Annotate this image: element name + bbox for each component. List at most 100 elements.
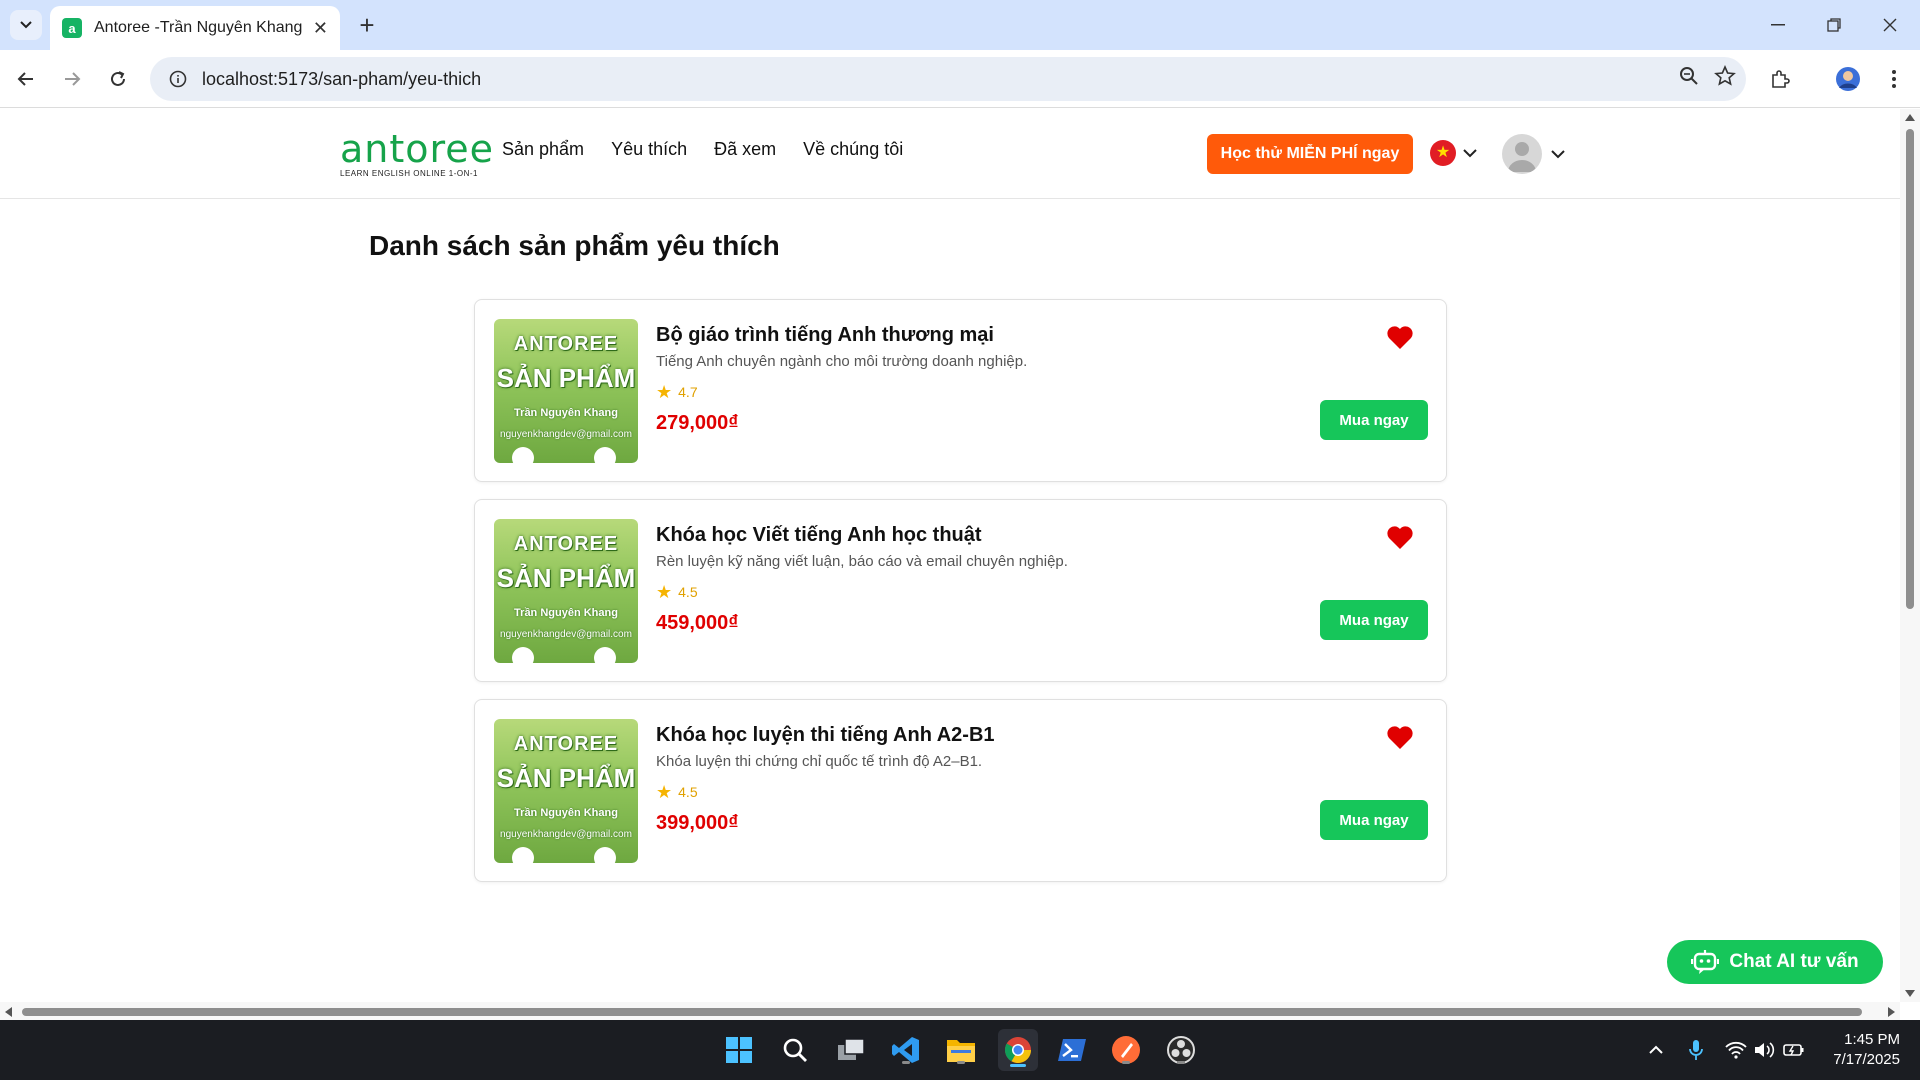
avatar [1502, 134, 1542, 174]
system-clock[interactable]: 1:45 PM 7/17/2025 [1800, 1030, 1900, 1070]
powershell-taskbar-button[interactable] [1054, 1032, 1090, 1068]
product-name[interactable]: Khóa học Viết tiếng Anh học thuật [656, 524, 982, 547]
address-bar[interactable]: localhost:5173/san-pham/yeu-thich [150, 57, 1746, 101]
rating-value: 4.7 [678, 384, 698, 400]
zoom-icon[interactable] [1678, 65, 1700, 92]
flower-decoration [512, 847, 534, 863]
star-icon: ★ [656, 782, 673, 802]
menu-item-favorites[interactable]: Yêu thích [611, 139, 687, 160]
antoree-favicon-icon: a [62, 18, 82, 38]
product-thumbnail[interactable]: ANTOREE SẢN PHẨM Trần Nguyên Khang nguye… [494, 319, 638, 463]
scroll-right-arrow-icon[interactable] [1888, 1007, 1896, 1017]
scroll-left-arrow-icon[interactable] [4, 1007, 12, 1017]
language-selector[interactable]: ★ [1430, 140, 1478, 166]
search-button[interactable] [777, 1032, 813, 1068]
vscode-taskbar-button[interactable] [888, 1032, 924, 1068]
windows-logo-icon [726, 1037, 752, 1063]
thumbnail-brand: ANTOREE [513, 533, 619, 555]
rating-value: 4.5 [678, 584, 698, 600]
logo-wordmark: antoree [340, 127, 495, 171]
site-info-icon[interactable] [158, 70, 198, 88]
scroll-down-arrow-icon[interactable] [1905, 990, 1915, 998]
product-price: 279,000₫ [656, 412, 739, 434]
buy-now-button[interactable]: Mua ngay [1320, 600, 1428, 640]
browser-menu-button[interactable] [1878, 63, 1910, 95]
postman-taskbar-button[interactable] [1108, 1032, 1144, 1068]
menu-item-about[interactable]: Về chúng tôi [803, 139, 903, 160]
active-indicator [1010, 1064, 1026, 1067]
profile-avatar[interactable] [1832, 63, 1864, 95]
product-name[interactable]: Khóa học luyện thi tiếng Anh A2-B1 [656, 724, 995, 747]
volume-icon[interactable] [1752, 1038, 1776, 1062]
vietnam-flag-icon: ★ [1430, 140, 1456, 166]
minimize-icon [1771, 24, 1785, 26]
browser-tab[interactable]: a Antoree -Trần Nguyên Khang ✕ [50, 6, 340, 50]
obs-taskbar-button[interactable] [1163, 1032, 1199, 1068]
arrow-left-icon [17, 72, 33, 86]
user-menu[interactable] [1502, 134, 1566, 174]
forward-button[interactable] [56, 63, 88, 95]
puzzle-icon [1772, 70, 1790, 88]
chevron-down-icon [1463, 149, 1477, 158]
product-thumbnail[interactable]: ANTOREE SẢN PHẨM Trần Nguyên Khang nguye… [494, 519, 638, 663]
horizontal-scroll-thumb[interactable] [22, 1008, 1862, 1016]
tray-overflow-chevron-icon[interactable] [1644, 1038, 1668, 1062]
buy-now-button[interactable]: Mua ngay [1320, 400, 1428, 440]
extensions-button[interactable] [1764, 63, 1796, 95]
close-window-button[interactable] [1870, 10, 1910, 40]
arrow-right-icon [65, 72, 81, 86]
file-explorer-button[interactable] [943, 1032, 979, 1068]
product-price: 399,000₫ [656, 812, 739, 834]
menu-item-viewed[interactable]: Đã xem [714, 139, 776, 160]
close-tab-icon[interactable]: ✕ [313, 18, 328, 39]
thumbnail-heading: SẢN PHẨM [496, 763, 636, 793]
restore-button[interactable] [1814, 10, 1854, 40]
microphone-icon[interactable] [1684, 1038, 1708, 1062]
site-logo[interactable]: antoree LEARN ENGLISH ONLINE 1-ON-1 [340, 127, 495, 178]
free-trial-button[interactable]: Học thử MIỄN PHÍ ngay [1207, 134, 1413, 174]
minimize-button[interactable] [1758, 10, 1798, 40]
product-thumbnail[interactable]: ANTOREE SẢN PHẨM Trần Nguyên Khang nguye… [494, 719, 638, 863]
bookmark-star-icon[interactable] [1714, 64, 1736, 92]
product-rating: ★ 4.5 [656, 783, 698, 801]
running-indicator [1177, 1061, 1185, 1064]
buy-now-button[interactable]: Mua ngay [1320, 800, 1428, 840]
browser-tab-bar: a Antoree -Trần Nguyên Khang ✕ + [0, 0, 1920, 50]
logo-tagline: LEARN ENGLISH ONLINE 1-ON-1 [340, 169, 478, 178]
chat-ai-button[interactable]: Chat AI tư vấn [1667, 940, 1883, 984]
clock-date: 7/17/2025 [1833, 1051, 1900, 1068]
close-icon [1883, 18, 1897, 32]
new-tab-button[interactable]: + [352, 10, 382, 40]
vertical-scroll-thumb[interactable] [1906, 129, 1914, 609]
product-description: Khóa luyện thi chứng chỉ quốc tế trình đ… [656, 753, 983, 770]
menu-item-products[interactable]: Sản phẩm [502, 139, 584, 160]
product-name[interactable]: Bộ giáo trình tiếng Anh thương mại [656, 324, 994, 347]
back-button[interactable] [10, 63, 42, 95]
favorite-product-card: ANTOREE SẢN PHẨM Trần Nguyên Khang nguye… [474, 499, 1447, 682]
main-menu: Sản phẩm Yêu thích Đã xem Về chúng tôi [502, 139, 903, 160]
horizontal-scrollbar[interactable] [0, 1002, 1900, 1020]
rating-value: 4.5 [678, 784, 698, 800]
task-view-button[interactable] [833, 1032, 869, 1068]
thumbnail-author: Trần Nguyên Khang [514, 607, 618, 619]
flower-decoration [594, 647, 616, 663]
reload-button[interactable] [102, 63, 134, 95]
wifi-icon[interactable] [1724, 1038, 1748, 1062]
product-rating: ★ 4.7 [656, 383, 698, 401]
running-indicator [902, 1061, 910, 1064]
heart-icon[interactable] [1386, 324, 1414, 350]
star-icon: ★ [656, 382, 673, 402]
tab-search-button[interactable] [10, 10, 42, 40]
vertical-scrollbar[interactable] [1900, 109, 1920, 1002]
start-button[interactable] [721, 1032, 757, 1068]
heart-icon[interactable] [1386, 524, 1414, 550]
heart-icon[interactable] [1386, 724, 1414, 750]
search-icon [783, 1038, 807, 1062]
chrome-taskbar-button[interactable] [998, 1029, 1038, 1071]
flower-decoration [594, 847, 616, 863]
profile-icon [1836, 67, 1860, 91]
browser-toolbar: localhost:5173/san-pham/yeu-thich [0, 50, 1920, 108]
url-text: localhost:5173/san-pham/yeu-thich [202, 68, 482, 89]
scroll-up-arrow-icon[interactable] [1905, 113, 1915, 121]
site-header: antoree LEARN ENGLISH ONLINE 1-ON-1 Sản … [0, 109, 1900, 199]
